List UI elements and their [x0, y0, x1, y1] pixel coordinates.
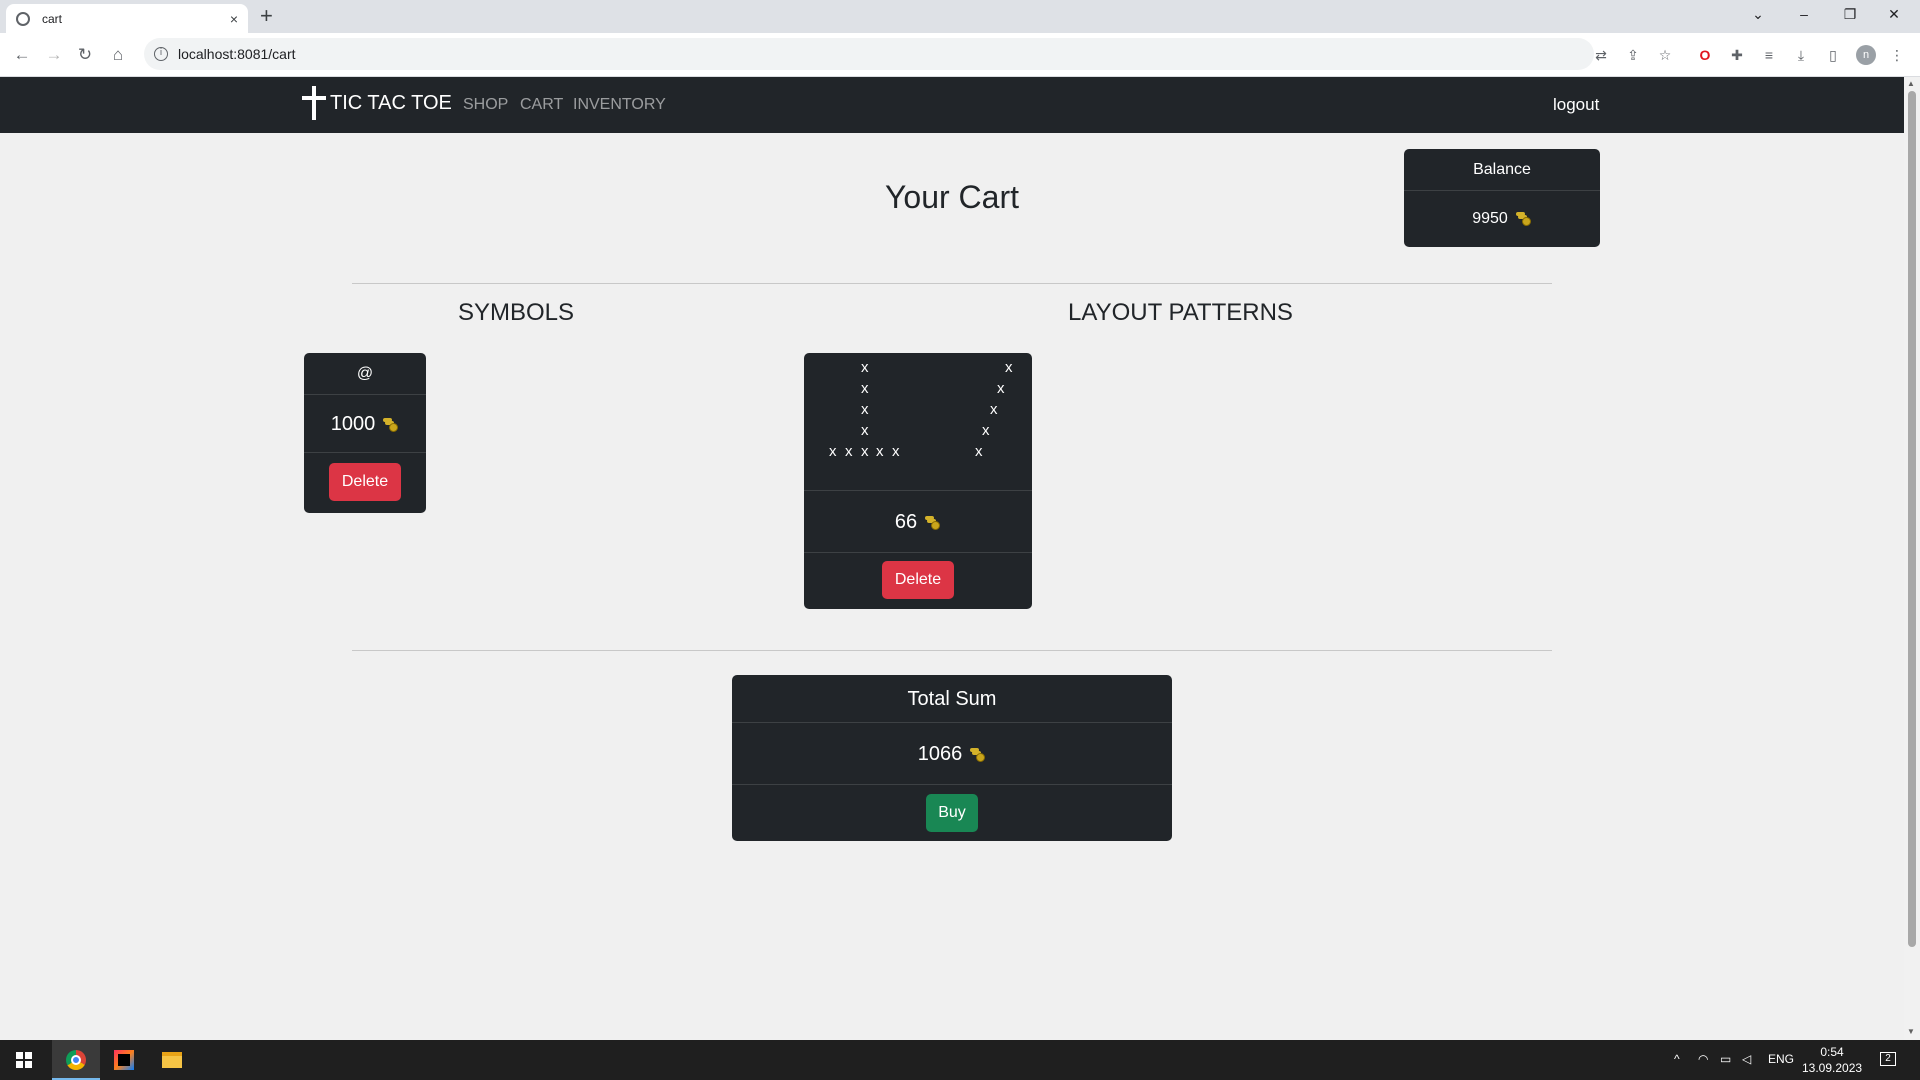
- brand-name: TIC TAC TOE: [330, 91, 452, 114]
- pattern-cell: x: [892, 443, 900, 460]
- windows-start-icon[interactable]: [16, 1052, 32, 1068]
- address-bar[interactable]: i localhost:8081/cart: [144, 38, 1594, 70]
- symbol-price-row: 1000: [304, 395, 426, 453]
- page-title: Your Cart: [885, 179, 1019, 215]
- pattern-price: 66: [894, 511, 918, 533]
- pattern-cell: x: [975, 443, 983, 460]
- puzzle-icon[interactable]: ✚: [1726, 45, 1748, 65]
- menu-icon[interactable]: ⋮: [1886, 45, 1908, 65]
- pattern-cell: x: [982, 422, 990, 439]
- logout-link[interactable]: logout: [1553, 95, 1599, 115]
- windows-taskbar: ^ ◠ ▭ ◁ ENG 0:54 13.09.2023 2: [0, 1040, 1920, 1080]
- delete-pattern-button[interactable]: Delete: [882, 561, 954, 599]
- forward-button[interactable]: →: [42, 44, 66, 66]
- info-icon[interactable]: i: [154, 47, 168, 61]
- globe-icon: [16, 11, 30, 26]
- volume-icon[interactable]: ◁: [1742, 1052, 1751, 1066]
- scroll-up-icon[interactable]: ▲: [1907, 79, 1915, 88]
- pattern-cell: x: [1005, 359, 1013, 376]
- reload-button[interactable]: ↻: [73, 44, 97, 66]
- divider: [352, 650, 1552, 651]
- pattern-cell: x: [997, 380, 1005, 397]
- coins-icon: [925, 515, 941, 530]
- star-icon[interactable]: ☆: [1654, 45, 1676, 65]
- new-tab-button[interactable]: +: [260, 4, 273, 28]
- chrome-icon[interactable]: [52, 1040, 100, 1080]
- close-window-button[interactable]: ✕: [1872, 3, 1916, 25]
- notifications-icon[interactable]: 2: [1880, 1052, 1896, 1066]
- home-button[interactable]: ⌂: [106, 44, 130, 66]
- tab-search-icon[interactable]: ⌄: [1736, 3, 1780, 25]
- symbols-heading: SYMBOLS: [458, 299, 575, 326]
- page-viewport: TIC TAC TOE SHOP CART INVENTORY logout B…: [0, 77, 1920, 1040]
- battery-icon[interactable]: ▭: [1720, 1052, 1731, 1066]
- pattern-price-row: 66: [804, 491, 1032, 553]
- buy-button[interactable]: Buy: [926, 794, 978, 832]
- divider: [352, 283, 1552, 284]
- total-value: 1066: [917, 743, 963, 765]
- pattern-cell: x: [861, 401, 869, 418]
- scrollbar-thumb[interactable]: [1908, 91, 1916, 947]
- address-url: localhost:8081/cart: [178, 46, 296, 62]
- coins-icon: [383, 417, 399, 432]
- symbol-actions: Delete: [304, 453, 426, 501]
- back-button[interactable]: ←: [10, 44, 34, 66]
- clock-time: 0:54: [1820, 1045, 1844, 1059]
- minimize-button[interactable]: –: [1782, 3, 1826, 25]
- pattern-cell: x: [990, 401, 998, 418]
- symbol-price: 1000: [330, 413, 376, 435]
- total-label: Total Sum: [732, 675, 1172, 723]
- pattern-cell: x: [845, 443, 853, 460]
- pattern-cell: x: [861, 422, 869, 439]
- opera-icon[interactable]: O: [1694, 45, 1716, 65]
- pattern-cell: x: [829, 443, 837, 460]
- language-indicator[interactable]: ENG: [1768, 1052, 1794, 1066]
- browser-tab[interactable]: cart ×: [6, 4, 248, 33]
- total-card: Total Sum 1066 Buy: [732, 675, 1172, 841]
- clock-date: 13.09.2023: [1802, 1061, 1863, 1075]
- browser-tab-bar: cart × + ⌄ – ❐ ✕: [0, 0, 1920, 33]
- scroll-down-icon[interactable]: ▼: [1907, 1027, 1915, 1036]
- network-icon[interactable]: ◠: [1698, 1052, 1708, 1066]
- pattern-cell: x: [861, 359, 869, 376]
- restore-button[interactable]: ❐: [1828, 3, 1872, 25]
- taskbar-clock[interactable]: 0:54 13.09.2023: [1802, 1044, 1862, 1076]
- translate-icon[interactable]: ⇄: [1590, 45, 1612, 65]
- app-navbar: TIC TAC TOE SHOP CART INVENTORY logout: [0, 77, 1904, 133]
- pattern-cart-item: x x x x x x x x x x x x x x 66 Delete: [804, 353, 1032, 609]
- nav-shop-link[interactable]: SHOP: [463, 96, 508, 114]
- browser-toolbar: ← → ↻ ⌂ i localhost:8081/cart ⇄ ⇪ ☆ O ✚ …: [0, 33, 1920, 77]
- media-icon[interactable]: ≡: [1758, 45, 1780, 65]
- coins-icon: [970, 747, 986, 762]
- profile-icon[interactable]: n: [1856, 45, 1876, 65]
- tray-chevron-icon[interactable]: ^: [1674, 1052, 1680, 1066]
- nav-inventory-link[interactable]: INVENTORY: [573, 96, 666, 114]
- brand-link[interactable]: TIC TAC TOE: [302, 86, 452, 120]
- page-scrollbar[interactable]: ▲ ▼: [1904, 77, 1920, 1040]
- nav-cart-link[interactable]: CART: [520, 96, 563, 114]
- intellij-icon[interactable]: [100, 1040, 148, 1080]
- layout-patterns-heading: LAYOUT PATTERNS: [1068, 299, 1293, 326]
- pattern-cell: x: [861, 443, 869, 460]
- total-actions: Buy: [732, 785, 1172, 832]
- share-icon[interactable]: ⇪: [1622, 45, 1644, 65]
- download-icon[interactable]: ⤓: [1790, 45, 1812, 65]
- delete-symbol-button[interactable]: Delete: [329, 463, 401, 501]
- symbol-glyph: @: [304, 353, 426, 395]
- tab-close-icon[interactable]: ×: [230, 11, 238, 27]
- pattern-actions: Delete: [804, 553, 1032, 599]
- cross-icon: [302, 86, 326, 120]
- pattern-preview: x x x x x x x x x x x x x x: [804, 353, 1032, 491]
- tab-title: cart: [42, 11, 63, 26]
- symbol-cart-item: @ 1000 Delete: [304, 353, 426, 513]
- pattern-cell: x: [861, 380, 869, 397]
- sidepanel-icon[interactable]: ▯: [1822, 45, 1844, 65]
- total-value-row: 1066: [732, 723, 1172, 785]
- explorer-icon[interactable]: [148, 1040, 196, 1080]
- pattern-cell: x: [876, 443, 884, 460]
